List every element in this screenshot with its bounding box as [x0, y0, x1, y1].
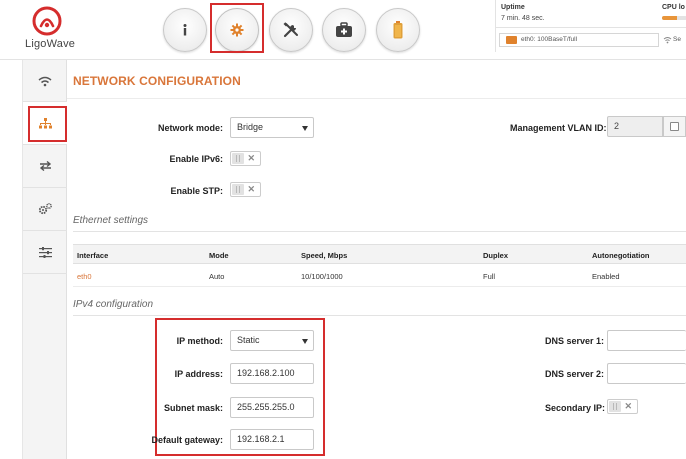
column-duplex: Duplex — [483, 251, 509, 260]
network-mode-select[interactable]: Bridge — [230, 117, 314, 138]
dns-server-2-input[interactable] — [607, 363, 686, 384]
wifi-status-text: Se — [673, 36, 681, 43]
sidebar-item-routing[interactable] — [23, 145, 67, 187]
sidebar-item-system[interactable] — [23, 231, 67, 273]
dns-server-1-label: DNS server 1: — [545, 336, 605, 346]
battery-icon — [393, 21, 403, 39]
default-gateway-label: Default gateway: — [151, 435, 223, 445]
ethernet-settings-title: Ethernet settings — [73, 215, 149, 226]
checkbox-icon — [670, 122, 679, 131]
table-row: eth0 Auto 10/100/1000 Full Enabled — [73, 265, 686, 287]
tools-icon — [283, 22, 298, 38]
speed-cell: 10/100/1000 — [301, 272, 343, 281]
ip-method-value: Static — [237, 335, 260, 345]
section-divider — [73, 231, 686, 232]
sidebar — [22, 60, 67, 459]
nav-services-button[interactable] — [322, 8, 366, 52]
column-speed: Speed, Mbps — [301, 251, 348, 260]
nav-battery-button[interactable] — [376, 8, 420, 52]
eth-status-text: eth0: 100BaseT/full — [521, 36, 578, 43]
enable-ipv6-toggle[interactable]: ✕ — [230, 151, 261, 166]
network-mode-value: Bridge — [237, 122, 264, 132]
close-icon: ✕ — [247, 184, 255, 194]
cpu-load-bar — [662, 16, 686, 20]
toggle-knob — [609, 401, 621, 412]
sidebar-divider — [23, 273, 67, 274]
ipv4-configuration-title: IPv4 configuration — [73, 299, 154, 310]
nav-tools-button[interactable] — [269, 8, 313, 52]
sidebar-item-wireless[interactable] — [23, 60, 67, 102]
chevron-down-icon — [302, 126, 308, 131]
toggle-knob — [232, 184, 244, 195]
cpu-load-fill — [662, 16, 677, 20]
network-mode-label: Network mode: — [157, 123, 223, 133]
enable-stp-label: Enable STP: — [170, 186, 223, 196]
ip-address-input[interactable]: 192.168.2.100 — [230, 363, 314, 384]
medical-kit-icon — [336, 22, 352, 37]
column-autonegotiation: Autonegotiation — [592, 251, 650, 260]
toggle-knob — [232, 153, 244, 164]
column-interface: Interface — [77, 251, 109, 260]
secondary-ip-toggle[interactable]: ✕ — [607, 399, 638, 414]
arrows-icon — [39, 161, 51, 171]
nav-settings-button[interactable] — [215, 8, 259, 52]
brand-name: LigoWave — [25, 38, 76, 50]
ip-method-select[interactable]: Static — [230, 330, 314, 351]
gear-icon — [230, 23, 244, 37]
management-vlan-input[interactable]: 2 — [607, 116, 663, 137]
wifi-signal-icon — [663, 37, 672, 44]
main-content: NETWORK CONFIGURATION Network mode: Brid… — [67, 60, 686, 459]
enable-ipv6-label: Enable IPv6: — [169, 154, 223, 164]
ligowave-logo-icon — [32, 6, 62, 36]
ligowave-logo[interactable]: LigoWave — [25, 6, 75, 54]
close-icon: ✕ — [247, 153, 255, 163]
subnet-mask-input[interactable]: 255.255.255.0 — [230, 397, 314, 418]
column-mode: Mode — [209, 251, 229, 260]
table-header: Interface Mode Speed, Mbps Duplex Autone… — [73, 244, 686, 264]
dns-server-2-label: DNS server 2: — [545, 369, 605, 379]
sidebar-item-services[interactable] — [23, 188, 67, 230]
cogs-icon — [38, 203, 52, 215]
management-vlan-enable[interactable] — [663, 116, 686, 137]
sidebar-item-network[interactable] — [23, 102, 67, 144]
section-divider — [73, 315, 686, 316]
uptime-label: Uptime — [501, 4, 525, 11]
ip-address-label: IP address: — [174, 369, 223, 379]
dns-server-1-input[interactable] — [607, 330, 686, 351]
sliders-icon — [38, 246, 52, 258]
status-panel: Uptime 7 min. 48 sec. CPU lo eth0: 100Ba… — [495, 0, 686, 52]
page-title: NETWORK CONFIGURATION — [73, 74, 241, 88]
wifi-icon — [38, 76, 52, 86]
top-header: LigoWave Uptime 7 min. 48 sec. CPU lo et… — [0, 0, 686, 60]
chevron-down-icon — [302, 339, 308, 344]
uptime-value: 7 min. 48 sec. — [501, 15, 545, 22]
network-tree-icon — [38, 117, 52, 128]
ip-method-label: IP method: — [176, 336, 223, 346]
management-vlan-label: Management VLAN ID: — [510, 123, 607, 133]
ethernet-port-icon — [506, 36, 517, 44]
nav-info-button[interactable] — [163, 8, 207, 52]
mode-cell: Auto — [209, 272, 225, 281]
default-gateway-input[interactable]: 192.168.2.1 — [230, 429, 314, 450]
cpu-label: CPU lo — [662, 4, 685, 11]
eth-status-row: eth0: 100BaseT/full Se — [496, 27, 686, 49]
autonegotiation-cell: Enabled — [592, 272, 620, 281]
title-divider — [67, 98, 686, 99]
duplex-cell: Full — [483, 272, 496, 281]
info-icon — [183, 24, 187, 36]
interface-link[interactable]: eth0 — [77, 272, 92, 281]
close-icon: ✕ — [624, 401, 632, 411]
subnet-mask-label: Subnet mask: — [163, 403, 223, 413]
enable-stp-toggle[interactable]: ✕ — [230, 182, 261, 197]
secondary-ip-label: Secondary IP: — [545, 403, 606, 413]
